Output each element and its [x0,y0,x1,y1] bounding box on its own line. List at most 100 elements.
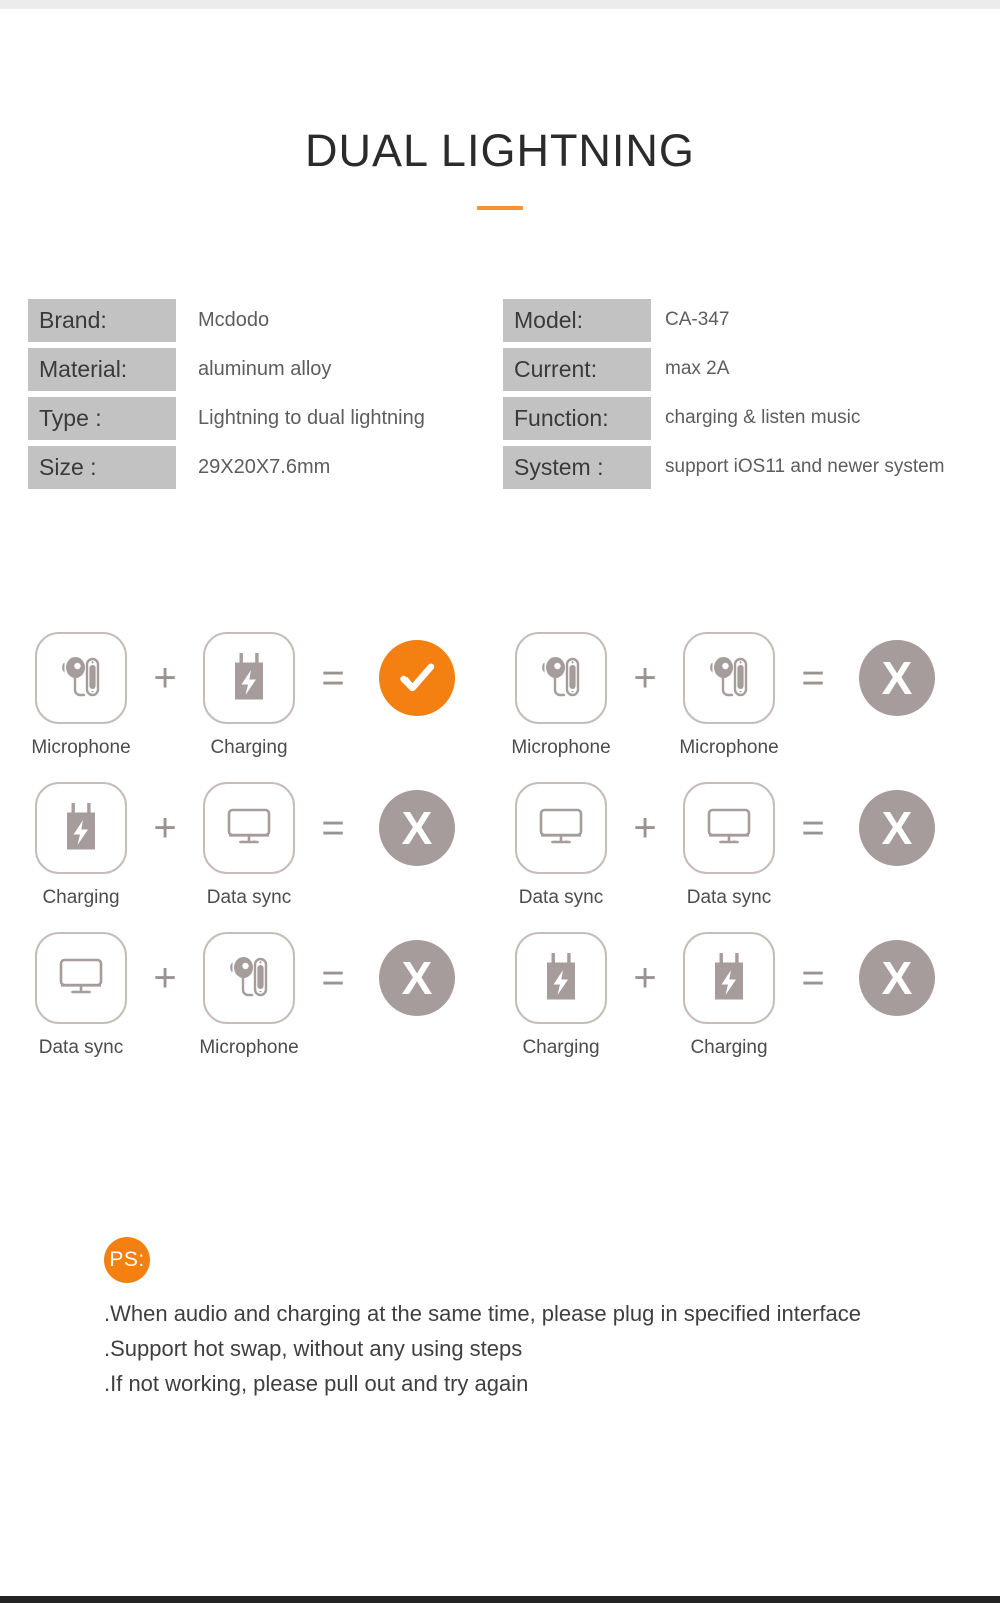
cross-icon: X [859,790,935,866]
spec-row: Brand: Mcdodo [28,296,488,344]
plus-operator: + [153,956,177,1000]
matrix-row: Charging + Data sync = X Data sync + Data sy… [0,782,1000,932]
spec-value: aluminum alloy [198,357,332,380]
matrix-cell: Data sync [26,932,136,1059]
matrix-cell-label: Charging [210,737,288,758]
matrix-cell: Data sync [194,782,304,909]
spec-row: Current: max 2A [503,345,983,393]
plus-operator: + [153,806,177,850]
matrix-cell-label: Microphone [31,737,131,758]
matrix-cell: Microphone [506,632,616,759]
spec-value: 29X20X7.6mm [198,455,331,478]
product-infographic: DUAL LIGHTNING Brand: Mcdodo Material: alum… [0,0,1000,1603]
top-strip [0,0,1000,9]
matrix-result: X [362,932,472,1024]
spec-key: Material: [28,347,176,391]
title-divider [477,205,523,210]
check-icon [379,640,455,716]
charger-icon [698,945,760,1012]
monitor-icon-tile [35,932,127,1024]
matrix-result: X [842,782,952,874]
spec-value: charging & listen music [665,407,861,428]
monitor-icon [530,795,592,862]
compatibility-matrix: Microphone + Charging = Microphone + Mic… [0,632,1000,1082]
title-block: DUAL LIGHTNING [0,126,1000,210]
equals-operator: = [801,806,825,850]
plus-operator: + [633,956,657,1000]
charger-icon [530,945,592,1012]
notes-lines: .When audio and charging at the same tim… [104,1297,861,1401]
charger-icon-svg [235,652,263,699]
spec-column-right: Model: CA-347 Current: max 2A Function: charg… [503,296,983,492]
matrix-result: X [842,632,952,724]
matrix-cell-label: Charging [522,1037,600,1058]
bottom-strip [0,1596,1000,1603]
matrix-cell-label: Data sync [206,887,292,908]
matrix-result: X [842,932,952,1024]
charger-icon-tile [35,782,127,874]
cross-glyph: X [881,802,913,854]
plus-operator: + [153,656,177,700]
monitor-icon [218,795,280,862]
charger-icon [218,645,280,712]
earphone-icon-tile [35,632,127,724]
charger-icon-tile [683,932,775,1024]
charger-icon-tile [515,932,607,1024]
earphone-icon-tile [683,632,775,724]
spec-key: Size : [28,445,176,489]
matrix-group-right: Microphone + Microphone = X [506,632,952,759]
matrix-group-left: Charging + Data sync = X [26,782,472,909]
equals-operator: = [801,956,825,1000]
monitor-icon-tile [515,782,607,874]
matrix-group-right: Data sync + Data sync = X [506,782,952,909]
spec-key: Current: [503,347,651,391]
cross-icon: X [379,940,455,1016]
cross-icon: X [859,940,935,1016]
charger-icon-tile [203,632,295,724]
monitor-icon-tile [683,782,775,874]
matrix-cell: Charging [506,932,616,1059]
matrix-cell: Microphone [194,932,304,1059]
spec-key: Type : [28,396,176,440]
matrix-row: Microphone + Charging = Microphone + Mic… [0,632,1000,782]
monitor-icon-svg [227,808,271,843]
cross-glyph: X [401,952,433,1004]
spec-value: support iOS11 and newer system [665,456,945,477]
earphone-icon-tile [203,932,295,1024]
spec-key: Model: [503,298,651,342]
notes-block: PS: .When audio and charging at the same… [104,1237,861,1401]
plus-operator: + [633,656,657,700]
matrix-cell: Data sync [506,782,616,909]
spec-value: max 2A [665,358,730,379]
earphone-icon-svg [542,656,580,696]
spec-value: CA-347 [665,309,730,330]
matrix-group-left: Microphone + Charging = [26,632,472,759]
matrix-group-right: Charging + Charging = X [506,932,952,1059]
spec-row: Model: CA-347 [503,296,983,344]
cross-glyph: X [401,802,433,854]
earphone-icon [530,645,592,712]
monitor-icon [698,795,760,862]
monitor-icon-svg [59,958,103,993]
spec-value: Lightning to dual lightning [198,406,425,429]
matrix-result [362,632,472,724]
monitor-icon-svg [707,808,751,843]
matrix-group-left: Data sync + Microphone = X [26,932,472,1059]
matrix-cell: Data sync [674,782,784,909]
matrix-cell-label: Data sync [38,1037,124,1058]
matrix-row: Data sync + Microphone = X Charging + Chargi… [0,932,1000,1082]
note-line: .Support hot swap, without any using ste… [104,1335,523,1361]
earphone-icon [218,945,280,1012]
cross-icon: X [379,790,455,866]
spec-column-left: Brand: Mcdodo Material: aluminum alloy Type … [28,296,488,492]
plus-operator: + [633,806,657,850]
ps-badge: PS: [104,1237,150,1283]
equals-operator: = [321,806,345,850]
cross-icon: X [859,640,935,716]
earphone-icon-svg [710,656,748,696]
spec-key: Brand: [28,298,176,342]
spec-row: Material: aluminum alloy [28,345,488,393]
spec-key: System : [503,445,651,489]
matrix-cell-label: Charging [42,887,120,908]
earphone-icon [698,645,760,712]
